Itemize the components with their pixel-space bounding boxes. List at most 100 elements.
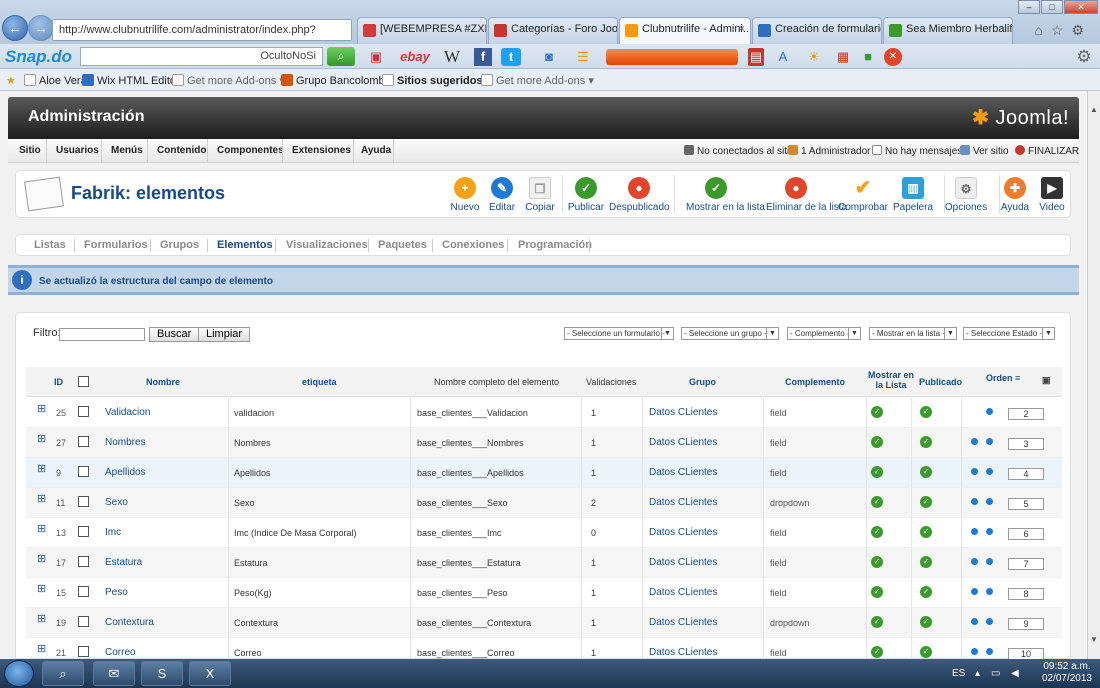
- header-id[interactable]: ID: [54, 377, 63, 387]
- move-down-icon[interactable]: [986, 528, 993, 535]
- table-row[interactable]: ⊞ 11 Sexo Sexo base_clientes___Sexo 2 Datos CL…: [26, 488, 1062, 518]
- camera-icon[interactable]: ◙: [538, 48, 560, 66]
- show-in-list-toggle-icon[interactable]: ✓: [871, 616, 883, 628]
- trash-button[interactable]: ▥ Papelera: [883, 177, 943, 213]
- cell-group-link[interactable]: Datos CLientes: [649, 467, 717, 478]
- unpublish-button[interactable]: ● Despublicado: [609, 177, 670, 213]
- bookmark-aloe-vera[interactable]: Aloe Vera: [24, 74, 87, 87]
- page-scrollbar[interactable]: ▲ ▼: [1087, 91, 1100, 659]
- drag-handle-icon[interactable]: ⊞: [37, 612, 46, 625]
- bookmark-addons-2[interactable]: Get more Add-ons ▾: [481, 74, 594, 87]
- table-row[interactable]: ⊞ 21 Correo Correo base_clientes___Correo 1 Da…: [26, 638, 1062, 659]
- drag-handle-icon[interactable]: ⊞: [37, 492, 46, 505]
- table-row[interactable]: ⊞ 13 Imc Imc (Indice De Masa Corporal) base_…: [26, 518, 1062, 548]
- published-toggle-icon[interactable]: ✓: [920, 526, 932, 538]
- taskbar-skype-icon[interactable]: S: [141, 661, 183, 686]
- order-input[interactable]: 9: [1008, 618, 1044, 630]
- tab-elementos[interactable]: Elementos: [217, 239, 273, 251]
- taskbar-outlook-icon[interactable]: ✉: [93, 661, 135, 686]
- move-down-icon[interactable]: [986, 618, 993, 625]
- order-input[interactable]: 3: [1008, 438, 1044, 450]
- system-clock[interactable]: 09:52 a.m. 02/07/2013: [1042, 661, 1092, 685]
- menu-contenido[interactable]: Contenido: [157, 145, 206, 156]
- player-widget[interactable]: [606, 49, 738, 65]
- tab-listas[interactable]: Listas: [34, 239, 66, 251]
- tab-programacion[interactable]: Programación: [518, 239, 592, 251]
- taskbar-search-icon[interactable]: ⌕: [42, 661, 84, 686]
- ebay-icon[interactable]: ebay: [394, 48, 436, 66]
- cell-name-link[interactable]: Contextura: [105, 617, 154, 628]
- remove-from-list-button[interactable]: ● Eliminar de la lista: [766, 177, 847, 213]
- publish-button[interactable]: ✓ Publicar: [556, 177, 616, 213]
- state-select[interactable]: - Seleccione Estado - ▼: [963, 327, 1055, 340]
- header-show-in-list[interactable]: Mostrar en la Lista: [868, 370, 914, 390]
- row-checkbox[interactable]: [78, 616, 89, 629]
- translate-icon[interactable]: A: [772, 48, 794, 66]
- show-in-list-toggle-icon[interactable]: ✓: [871, 526, 883, 538]
- tab-paquetes[interactable]: Paquetes: [378, 239, 427, 251]
- games-icon[interactable]: ▦: [834, 48, 852, 66]
- table-row[interactable]: ⊞ 25 Validacion validacion base_clientes___V…: [26, 398, 1062, 428]
- browser-action-icons[interactable]: ⌂☆⚙: [1034, 22, 1092, 39]
- show-in-list-toggle-icon[interactable]: ✓: [871, 466, 883, 478]
- calendar-icon[interactable]: ▣: [367, 48, 385, 66]
- published-toggle-icon[interactable]: ✓: [920, 496, 932, 508]
- show-in-list-toggle-icon[interactable]: ✓: [871, 436, 883, 448]
- wikipedia-icon[interactable]: W: [441, 48, 463, 66]
- drag-handle-icon[interactable]: ⊞: [37, 642, 46, 655]
- header-label[interactable]: etiqueta: [302, 377, 337, 387]
- close-toolbar-icon[interactable]: ✕: [884, 48, 902, 66]
- search-button[interactable]: Buscar: [149, 327, 200, 342]
- bookmark-bancolombia[interactable]: Grupo Bancolombia: [281, 74, 393, 87]
- app-icon[interactable]: ■: [860, 48, 876, 66]
- cell-group-link[interactable]: Datos CLientes: [649, 557, 717, 568]
- cell-group-link[interactable]: Datos CLientes: [649, 617, 717, 628]
- browser-tab[interactable]: Creación de formulario e...: [752, 17, 882, 44]
- move-down-icon[interactable]: [986, 648, 993, 655]
- menu-menus[interactable]: Menús: [111, 145, 143, 156]
- order-input[interactable]: 7: [1008, 558, 1044, 570]
- news-icon[interactable]: ☰: [572, 48, 594, 66]
- order-input[interactable]: 4: [1008, 468, 1044, 480]
- taskbar-excel-icon[interactable]: X: [189, 661, 231, 686]
- row-checkbox[interactable]: [78, 526, 89, 539]
- menu-extensiones[interactable]: Extensiones: [292, 145, 351, 156]
- facebook-icon[interactable]: f: [474, 48, 492, 66]
- cell-group-link[interactable]: Datos CLientes: [649, 587, 717, 598]
- video-button[interactable]: ▶ Video: [1022, 177, 1082, 213]
- show-in-list-toggle-icon[interactable]: ✓: [871, 496, 883, 508]
- address-bar[interactable]: http://www.clubnutrilife.com/administrat…: [52, 19, 352, 41]
- order-input[interactable]: 10: [1008, 648, 1044, 659]
- maximize-button[interactable]: □: [1041, 0, 1063, 14]
- drag-handle-icon[interactable]: ⊞: [37, 552, 46, 565]
- network-icon[interactable]: ▭: [991, 668, 1000, 679]
- cell-name-link[interactable]: Imc: [105, 527, 121, 538]
- cell-group-link[interactable]: Datos CLientes: [649, 527, 717, 538]
- menu-componentes[interactable]: Componentes: [217, 145, 284, 156]
- back-button[interactable]: ←: [2, 15, 28, 41]
- move-down-icon[interactable]: [986, 498, 993, 505]
- cell-group-link[interactable]: Datos CLientes: [649, 647, 717, 658]
- drag-handle-icon[interactable]: ⊞: [37, 402, 46, 415]
- move-down-icon[interactable]: [986, 438, 993, 445]
- show-in-list-toggle-icon[interactable]: ✓: [871, 586, 883, 598]
- browser-tab[interactable]: Sea Miembro Herbalife | ...: [883, 17, 1013, 44]
- show-in-list-select[interactable]: - Mostrar en la lista - ▼: [869, 327, 957, 340]
- forward-button[interactable]: →: [28, 15, 54, 41]
- drag-handle-icon[interactable]: ⊞: [37, 522, 46, 535]
- move-down-icon[interactable]: [986, 588, 993, 595]
- table-row[interactable]: ⊞ 27 Nombres Nombres base_clientes___Nombres…: [26, 428, 1062, 458]
- table-row[interactable]: ⊞ 15 Peso Peso(Kg) base_clientes___Peso 1 Dato…: [26, 578, 1062, 608]
- row-checkbox[interactable]: [78, 436, 89, 449]
- header-order[interactable]: Orden ≡: [986, 373, 1020, 383]
- filter-input[interactable]: [59, 328, 145, 341]
- move-up-icon[interactable]: [971, 618, 978, 625]
- move-up-icon[interactable]: [971, 528, 978, 535]
- scroll-up-icon[interactable]: ▲: [1090, 105, 1098, 114]
- cell-group-link[interactable]: Datos CLientes: [649, 497, 717, 508]
- move-up-icon[interactable]: [971, 588, 978, 595]
- minimize-button[interactable]: –: [1018, 0, 1040, 14]
- settings-gear-icon[interactable]: ⚙: [1074, 48, 1094, 66]
- header-plugin[interactable]: Complemento: [785, 377, 845, 387]
- tab-conexiones[interactable]: Conexiones: [442, 239, 504, 251]
